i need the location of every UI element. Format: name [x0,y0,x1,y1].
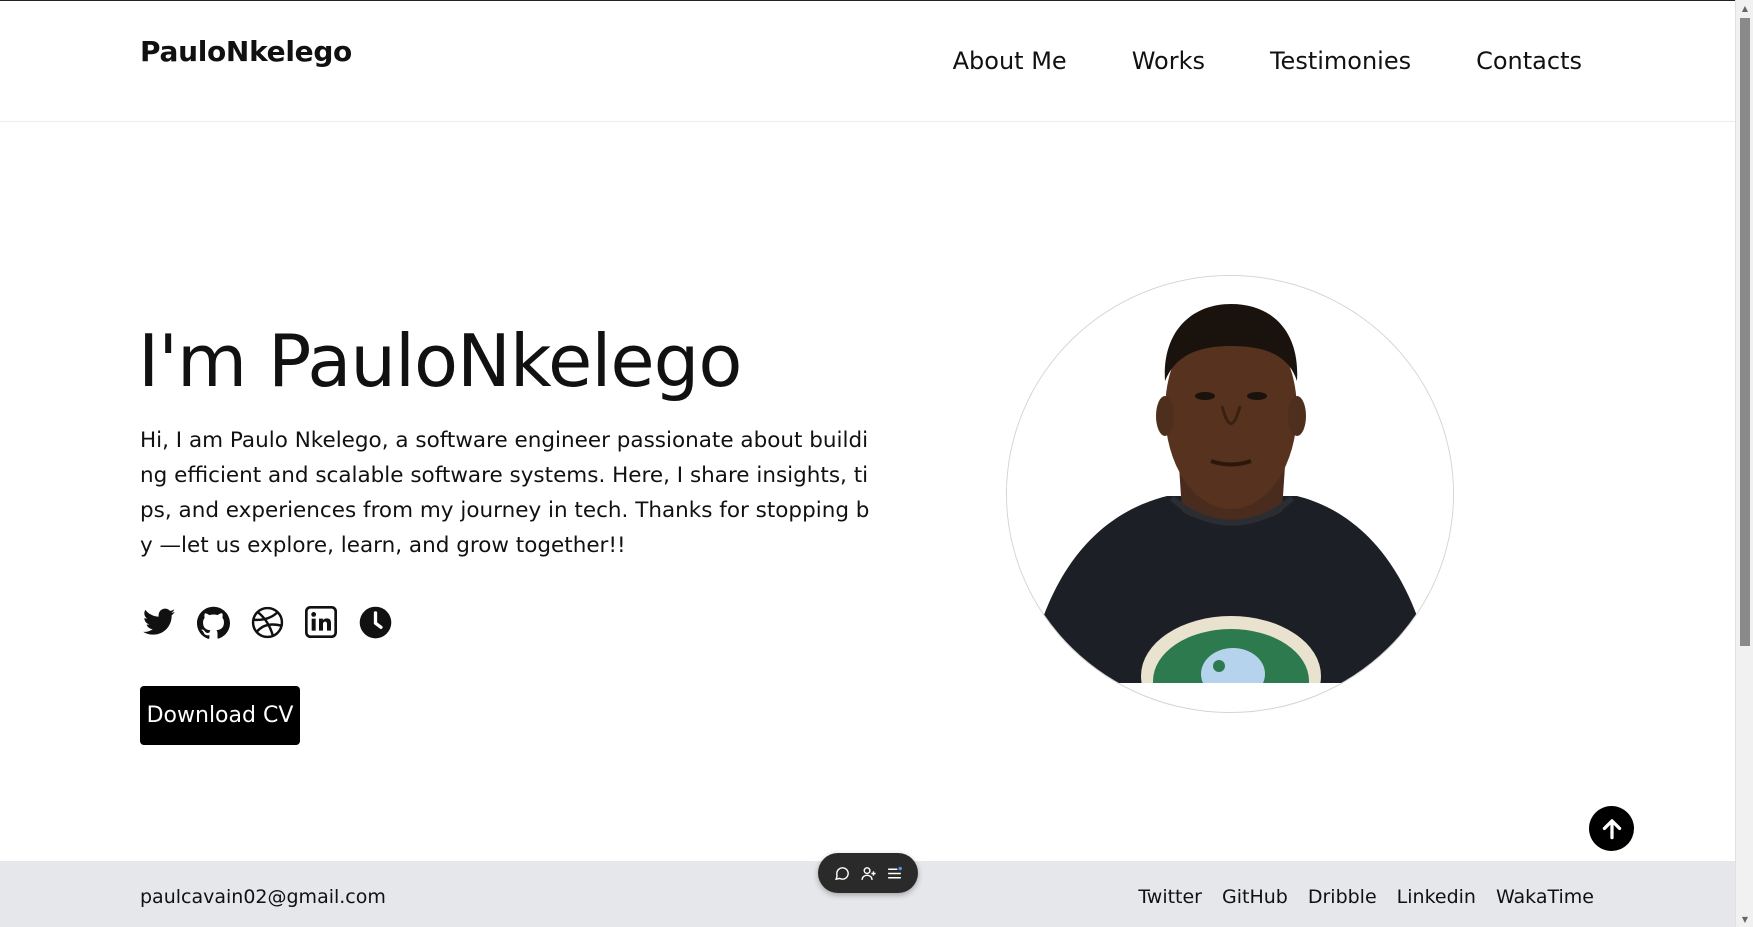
main-nav: About Me Works Testimonies Contacts [953,47,1582,75]
hero-description: Hi, I am Paulo Nkelego, a software engin… [140,428,870,558]
nav-works[interactable]: Works [1132,47,1205,75]
nav-contacts[interactable]: Contacts [1476,47,1582,75]
chat-bubble-icon[interactable] [832,863,852,883]
floating-toolbar [818,853,918,893]
wakatime-icon[interactable] [358,605,392,639]
footer-link-wakatime[interactable]: WakaTime [1496,886,1594,908]
add-user-icon[interactable] [858,863,878,883]
arrow-up-icon [1602,818,1621,839]
scrollbar-thumb[interactable] [1740,18,1750,646]
page-viewport: PauloNkelego About Me Works Testimonies … [0,0,1735,927]
linkedin-icon[interactable] [304,605,338,639]
site-logo[interactable]: PauloNkelego [140,35,352,68]
footer-links: Twitter GitHub Dribble Linkedin WakaTime [1138,886,1594,908]
site-header: PauloNkelego About Me Works Testimonies … [0,1,1735,122]
menu-list-icon[interactable] [884,863,904,883]
hero-title: I'm PauloNkelego [138,319,742,403]
scroll-to-top-button[interactable] [1589,806,1634,851]
footer-link-github[interactable]: GitHub [1222,886,1288,908]
twitter-icon[interactable] [142,605,176,639]
footer-link-linkedin[interactable]: Linkedin [1397,886,1476,908]
nav-about-me[interactable]: About Me [953,47,1067,75]
scroll-up-arrow-icon[interactable]: ▲ [1736,0,1753,16]
footer-link-twitter[interactable]: Twitter [1138,886,1202,908]
footer-link-dribble[interactable]: Dribble [1308,886,1377,908]
vertical-scrollbar[interactable]: ▲ ▼ [1735,0,1753,927]
download-cv-button[interactable]: Download CV [140,686,300,745]
github-icon[interactable] [196,605,230,639]
nav-testimonies[interactable]: Testimonies [1270,47,1411,75]
dribbble-icon[interactable] [250,605,284,639]
scroll-down-arrow-icon[interactable]: ▼ [1736,911,1753,927]
social-icons [142,605,392,639]
profile-photo [1006,275,1454,713]
footer-email[interactable]: paulcavain02@gmail.com [140,886,386,908]
